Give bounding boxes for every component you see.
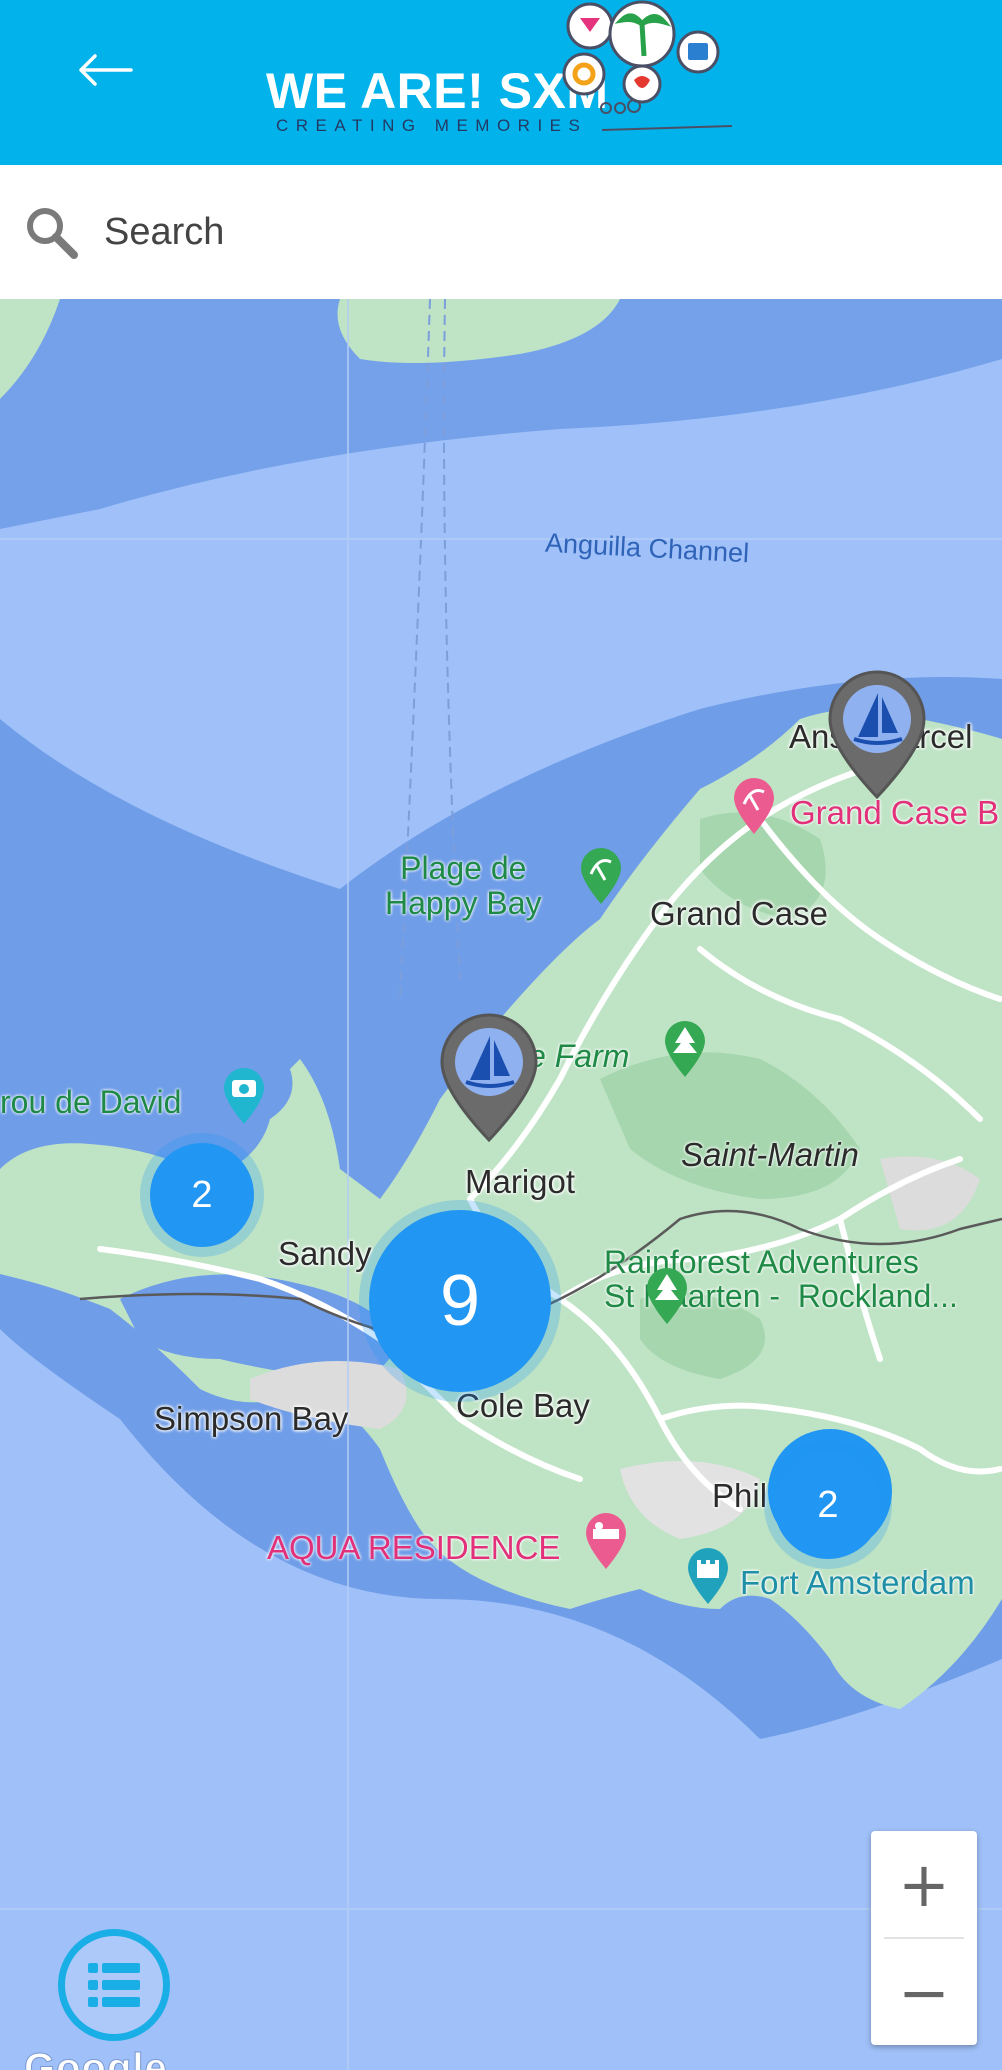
label-plage-happy-bay: Plage de Happy Bay: [385, 850, 542, 922]
beach-poi-icon[interactable]: [575, 844, 627, 906]
marker-cluster-west[interactable]: 2: [150, 1143, 254, 1247]
fort-poi-icon[interactable]: [682, 1544, 734, 1606]
back-button[interactable]: [70, 40, 140, 100]
label-sandy: Sandy: [278, 1235, 372, 1272]
cluster-count: 2: [191, 1174, 213, 1216]
camera-poi-icon[interactable]: [218, 1064, 270, 1126]
label-saint-martin: Saint-Martin: [681, 1136, 859, 1173]
app-logo: WE ARE! SXM CREATING MEMORIES: [262, 0, 742, 150]
sailboat-icon[interactable]: [822, 667, 932, 799]
label-fort-amsterdam: Fort Amsterdam: [740, 1564, 975, 1601]
marker-cluster-east[interactable]: 2: [774, 1451, 882, 1559]
cluster-count: 2: [817, 1484, 839, 1526]
search-icon: [27, 208, 78, 259]
sailboat-icon[interactable]: [434, 1010, 544, 1142]
label-grand-case-beach: Grand Case B: [790, 794, 1000, 831]
marker-cluster-central[interactable]: 9: [369, 1210, 551, 1392]
list-view-button[interactable]: [58, 1929, 170, 2041]
google-attribution: Google: [24, 2046, 168, 2070]
label-simpson-bay: Simpson Bay: [154, 1400, 349, 1437]
park-poi-icon[interactable]: [641, 1264, 693, 1326]
label-aqua-residence: AQUA RESIDENCE: [267, 1529, 561, 1566]
cluster-count: 9: [439, 1261, 481, 1341]
map-view[interactable]: Anguilla Channel Anse Marcel Grand Case …: [0, 299, 1002, 2070]
label-philipsburg: Phil: [712, 1477, 768, 1514]
label-trou-de-david: rou de David: [0, 1084, 182, 1120]
search-input[interactable]: [104, 195, 964, 269]
beach-poi-icon[interactable]: [728, 774, 780, 836]
label-marigot: Marigot: [465, 1163, 576, 1200]
label-cole-bay: Cole Bay: [456, 1387, 590, 1424]
park-poi-icon[interactable]: [659, 1017, 711, 1079]
logo-title: WE ARE! SXM: [266, 63, 609, 119]
zoom-controls: + −: [871, 1831, 977, 2045]
app-header: WE ARE! SXM CREATING MEMORIES: [0, 0, 1002, 165]
arrow-left-icon: [79, 54, 133, 86]
label-grand-case: Grand Case: [650, 895, 828, 932]
list-icon: [88, 1963, 140, 2007]
search-bar: [0, 165, 1002, 299]
logo-pins-graphic: [562, 0, 733, 131]
logo-subtitle: CREATING MEMORIES: [276, 116, 588, 135]
hotel-poi-icon[interactable]: [580, 1509, 632, 1571]
zoom-out-button[interactable]: −: [871, 1939, 977, 2045]
zoom-in-button[interactable]: +: [871, 1831, 977, 1937]
